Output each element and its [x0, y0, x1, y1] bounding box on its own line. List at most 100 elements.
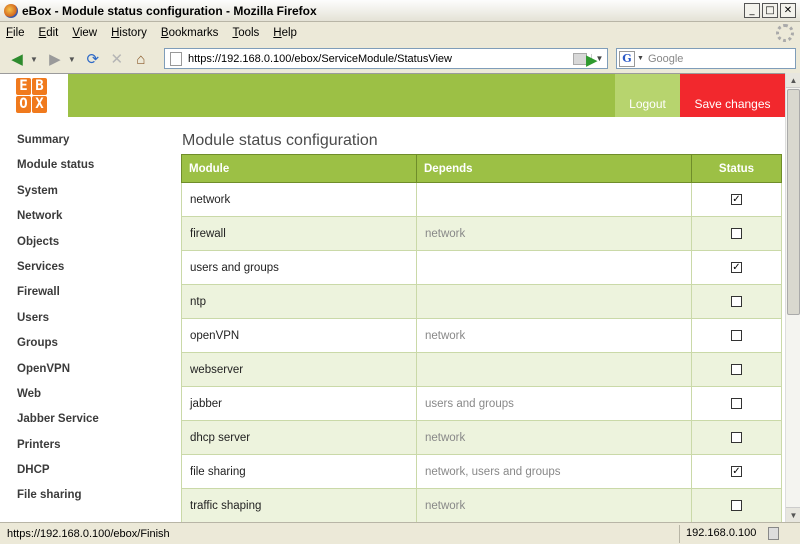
status-host: 192.168.0.100	[686, 527, 757, 539]
reload-button[interactable]: ⟳	[82, 48, 104, 70]
module-status-cell	[691, 318, 782, 353]
forward-history-dropdown-icon[interactable]: ▼	[68, 55, 76, 64]
table-row: users and groups ✓	[181, 250, 782, 285]
table-row: jabber users and groups	[181, 386, 782, 421]
status-checkbox[interactable]	[731, 329, 742, 341]
window-title: eBox - Module status configuration - Moz…	[22, 3, 317, 18]
status-checkbox[interactable]: ✓	[731, 465, 742, 477]
sidebar-item[interactable]: Objects	[17, 236, 167, 261]
module-name: firewall	[181, 216, 417, 251]
save-changes-button[interactable]: Save changes	[680, 74, 785, 117]
module-status-cell: ✓	[691, 182, 782, 217]
status-checkbox[interactable]: ✓	[731, 261, 742, 273]
table-row: file sharing network, users and groups ✓	[181, 454, 782, 489]
menu-item[interactable]: Bookmarks	[161, 27, 219, 39]
logo-letter: B	[32, 78, 47, 95]
logo-spacer	[48, 78, 63, 95]
table-row: firewall network	[181, 216, 782, 251]
sidebar-item[interactable]: Firewall	[17, 286, 167, 311]
module-depends: network	[416, 488, 692, 522]
status-text: https://192.168.0.100/ebox/Finish	[7, 527, 170, 540]
sidebar-item[interactable]: Module status	[17, 159, 167, 184]
module-depends	[416, 352, 692, 387]
status-checkbox[interactable]	[731, 295, 742, 307]
column-header-depends: Depends	[416, 154, 692, 183]
sidebar-item[interactable]: Groups	[17, 337, 167, 362]
back-button[interactable]: ◀	[6, 48, 28, 70]
sidebar-item[interactable]: DHCP	[17, 464, 167, 489]
status-checkbox[interactable]	[731, 499, 742, 511]
status-checkbox[interactable]	[731, 431, 742, 443]
logo-letter: O	[16, 96, 31, 113]
scroll-down-arrow-icon[interactable]: ▼	[786, 507, 800, 522]
sidebar-item[interactable]: Web	[17, 388, 167, 413]
stop-button[interactable]: ✕	[106, 48, 128, 70]
table-row: network ✓	[181, 182, 782, 217]
menu-bar: File Edit View History Bookmarks Tools Help	[0, 23, 800, 43]
menu-item[interactable]: History	[111, 27, 147, 39]
header-band	[68, 74, 615, 117]
menu-item[interactable]: View	[72, 27, 97, 39]
url-input[interactable]: https://192.168.0.100/ebox/ServiceModule…	[188, 53, 573, 65]
sidebar-item[interactable]: Printers	[17, 439, 167, 464]
scrollbar-thumb[interactable]	[787, 89, 800, 315]
status-checkbox[interactable]	[731, 363, 742, 375]
ebox-logo[interactable]: E B O X	[16, 78, 64, 115]
sidebar-item[interactable]: Users	[17, 312, 167, 337]
activity-throbber-icon	[776, 24, 794, 42]
module-status-cell: ✓	[691, 250, 782, 285]
sidebar-item[interactable]: Network	[17, 210, 167, 235]
search-box[interactable]: G ▼ Google	[616, 48, 796, 69]
sidebar-item[interactable]: Services	[17, 261, 167, 286]
scroll-up-arrow-icon[interactable]: ▲	[786, 73, 800, 88]
module-depends	[416, 250, 692, 285]
module-status-cell	[691, 386, 782, 421]
table-row: dhcp server network	[181, 420, 782, 455]
status-checkbox[interactable]: ✓	[731, 193, 742, 205]
module-name: traffic shaping	[181, 488, 417, 522]
module-depends	[416, 182, 692, 217]
column-header-status: Status	[691, 154, 782, 183]
search-input[interactable]: Google	[648, 53, 683, 65]
google-engine-icon[interactable]: G	[619, 50, 635, 67]
page-icon	[170, 51, 182, 66]
module-name: jabber	[181, 386, 417, 421]
menu-item[interactable]: Tools	[232, 27, 259, 39]
minimize-button[interactable]: _	[744, 3, 760, 18]
module-name: network	[181, 182, 417, 217]
menu-item[interactable]: File	[6, 27, 25, 39]
module-status-cell	[691, 352, 782, 387]
close-button[interactable]: ✕	[780, 3, 796, 18]
table-row: webserver	[181, 352, 782, 387]
table-row: ntp	[181, 284, 782, 319]
status-checkbox[interactable]	[731, 227, 742, 239]
address-bar[interactable]: https://192.168.0.100/ebox/ServiceModule…	[164, 48, 608, 69]
menu-item[interactable]: Help	[273, 27, 297, 39]
back-history-dropdown-icon[interactable]: ▼	[30, 55, 38, 64]
logout-button[interactable]: Logout	[615, 74, 680, 117]
window-titlebar: eBox - Module status configuration - Moz…	[0, 0, 800, 22]
table-row: openVPN network	[181, 318, 782, 353]
sidebar-item[interactable]: File sharing	[17, 489, 167, 514]
sidebar-item[interactable]: Jabber Service	[17, 413, 167, 438]
module-depends: network	[416, 420, 692, 455]
go-button[interactable]: ▶	[586, 51, 598, 69]
module-depends: network	[416, 318, 692, 353]
status-checkbox[interactable]	[731, 397, 742, 409]
sidebar-item[interactable]: Summary	[17, 134, 167, 159]
logo-letter: X	[32, 96, 47, 113]
module-name: users and groups	[181, 250, 417, 285]
maximize-button[interactable]: □	[762, 3, 778, 18]
module-name: openVPN	[181, 318, 417, 353]
forward-button[interactable]: ▶	[44, 48, 66, 70]
vertical-scrollbar[interactable]: ▲ ▼	[785, 73, 800, 522]
home-button[interactable]: ⌂	[130, 48, 152, 70]
sidebar-item[interactable]: System	[17, 185, 167, 210]
menu-item[interactable]: Edit	[39, 27, 59, 39]
module-name: ntp	[181, 284, 417, 319]
ssl-lock-icon[interactable]	[768, 527, 779, 540]
module-name: webserver	[181, 352, 417, 387]
search-engine-dropdown-icon[interactable]: ▼	[637, 55, 644, 62]
sidebar-item[interactable]: OpenVPN	[17, 363, 167, 388]
feed-icon[interactable]	[573, 52, 587, 65]
